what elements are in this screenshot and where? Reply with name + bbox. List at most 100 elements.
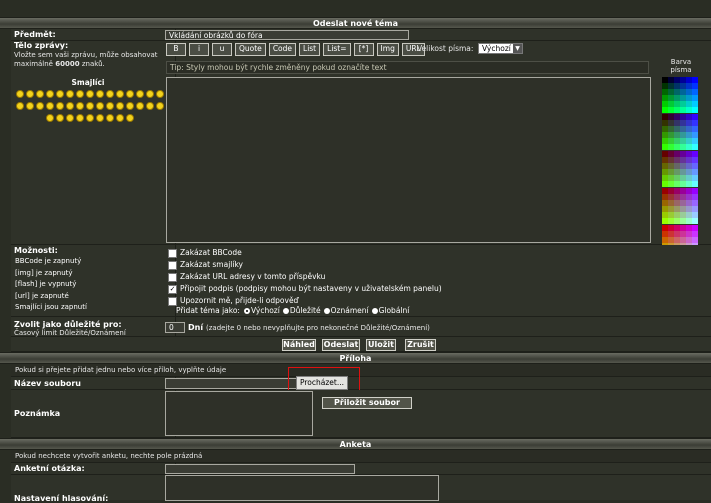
smiley-icon[interactable]: [126, 102, 134, 110]
options-label: Možnosti:: [14, 246, 58, 255]
sticky-sublabel: Časový limit Důležité/Oznámení: [14, 329, 126, 337]
color-swatch[interactable]: [692, 144, 698, 150]
smiley-icon[interactable]: [106, 114, 114, 122]
smiley-icon[interactable]: [56, 102, 64, 110]
option-checkbox-row[interactable]: Zakázat smajlíky: [168, 259, 442, 271]
smiley-icon[interactable]: [116, 90, 124, 98]
bbcode-button-4[interactable]: Code: [268, 43, 297, 56]
smiley-icon[interactable]: [126, 114, 134, 122]
radio-icon[interactable]: [282, 308, 289, 314]
bbcode-button-1[interactable]: i: [189, 43, 209, 56]
color-swatch[interactable]: [692, 107, 698, 113]
radio-icon[interactable]: [371, 308, 378, 314]
smiley-icon[interactable]: [156, 102, 164, 110]
subject-label: Předmět:: [14, 30, 56, 39]
smiley-icon[interactable]: [86, 114, 94, 122]
checkbox-checked-icon[interactable]: ✓: [168, 284, 177, 294]
bbcode-button-8[interactable]: Img: [376, 43, 399, 56]
bbcode-button-5[interactable]: List: [299, 43, 321, 56]
smiley-icon[interactable]: [56, 114, 64, 122]
smiley-icon[interactable]: [86, 90, 94, 98]
smiley-icon[interactable]: [16, 90, 24, 98]
smiley-icon[interactable]: [76, 102, 84, 110]
smiley-icon[interactable]: [26, 102, 34, 110]
smiley-icon[interactable]: [46, 90, 54, 98]
smiley-icon[interactable]: [126, 90, 134, 98]
post-as-option[interactable]: Globální: [371, 305, 410, 317]
smiley-icon[interactable]: [116, 114, 124, 122]
post-as-option-label: Globální: [378, 306, 410, 315]
smiley-icon[interactable]: [66, 90, 74, 98]
bbcode-button-3[interactable]: Quote: [235, 43, 266, 56]
cancel-button[interactable]: Zrušit: [405, 339, 436, 351]
post-as-option-label: Oznámení: [330, 306, 369, 315]
preview-button[interactable]: Náhled: [282, 339, 316, 351]
sticky-days-input[interactable]: 0: [165, 322, 185, 333]
checkbox-icon[interactable]: [168, 260, 177, 270]
option-checkbox-row[interactable]: Zakázat BBCode: [168, 247, 442, 259]
options-row: Možnosti: BBCode je zapnutý [img] je zapn…: [11, 245, 711, 317]
poll-question-input[interactable]: [165, 464, 355, 474]
poll-options-textarea[interactable]: [165, 475, 439, 501]
tip-line: Tip: Styly mohou být rychle změněny poku…: [166, 61, 649, 74]
bbcode-button-6[interactable]: List=: [323, 43, 351, 56]
smiley-icon[interactable]: [56, 90, 64, 98]
checkbox-icon[interactable]: [168, 272, 177, 282]
submit-button[interactable]: Odeslat: [322, 339, 360, 351]
smiley-icon[interactable]: [96, 114, 104, 122]
add-attachment-button[interactable]: Přiložit soubor: [322, 397, 412, 409]
smiley-icon[interactable]: [76, 114, 84, 122]
option-checkbox-row[interactable]: ✓ Připojit podpis (podpisy mohou být nast…: [168, 283, 442, 295]
subject-input[interactable]: Vkládání obrázků do fóra: [165, 30, 409, 40]
smiley-icon[interactable]: [96, 102, 104, 110]
attachment-note-row: Pokud si přejete přidat jednu nebo více …: [11, 364, 711, 377]
font-size-select[interactable]: Výchozí ▼: [478, 43, 523, 54]
smiley-icon[interactable]: [16, 102, 24, 110]
color-swatch[interactable]: [692, 218, 698, 224]
smiley-icon[interactable]: [106, 90, 114, 98]
post-as-option[interactable]: Důležité: [282, 305, 321, 317]
smiley-icon[interactable]: [26, 90, 34, 98]
smiley-icon[interactable]: [66, 102, 74, 110]
smiley-icon[interactable]: [106, 102, 114, 110]
message-textarea[interactable]: [166, 77, 651, 243]
attachment-comment-row: Poznámka Přiložit soubor: [11, 390, 711, 438]
smiley-icon[interactable]: [156, 90, 164, 98]
color-swatch[interactable]: [692, 181, 698, 187]
poll-options-label: Nastavení hlasování:: [14, 494, 109, 503]
smiley-icon[interactable]: [36, 102, 44, 110]
post-as-option[interactable]: Výchozí: [243, 305, 280, 317]
save-button[interactable]: Uložit: [366, 339, 396, 351]
radio-icon[interactable]: [243, 308, 250, 314]
bbcode-toolbar: Bi u Quote Code List List= [*] Img URL: [166, 43, 425, 56]
checkbox-icon[interactable]: [168, 248, 177, 258]
smiley-icon[interactable]: [136, 90, 144, 98]
smiley-icon[interactable]: [136, 102, 144, 110]
post-as-option[interactable]: Oznámení: [323, 305, 369, 317]
smiley-icon[interactable]: [66, 114, 74, 122]
smiley-icon[interactable]: [146, 90, 154, 98]
file-path-input[interactable]: [165, 378, 297, 389]
bbcode-button-0[interactable]: B: [166, 43, 186, 56]
bbcode-button-2[interactable]: u: [212, 43, 232, 56]
sticky-days-unit: Dní: [188, 323, 204, 332]
radio-icon[interactable]: [323, 308, 330, 314]
smiley-icon[interactable]: [46, 102, 54, 110]
file-name-label: Název souboru: [14, 379, 81, 388]
poll-title: Anketa: [339, 440, 372, 449]
smiley-icon[interactable]: [96, 90, 104, 98]
color-palette[interactable]: [662, 77, 698, 273]
attachment-comment-textarea[interactable]: [165, 391, 313, 436]
smiley-icon[interactable]: [86, 102, 94, 110]
option-checkbox-row[interactable]: Zakázat URL adresy v tomto příspěvku: [168, 271, 442, 283]
smiley-icon[interactable]: [76, 90, 84, 98]
smiley-icon[interactable]: [146, 102, 154, 110]
smiley-icon[interactable]: [46, 114, 54, 122]
post-as-options: Výchozí Důležité Oznámení Globální: [243, 305, 410, 317]
poll-question-label: Anketní otázka:: [14, 464, 85, 473]
smiley-icon[interactable]: [36, 90, 44, 98]
font-size-value: Výchozí: [482, 44, 511, 53]
bbcode-button-7[interactable]: [*]: [353, 43, 374, 56]
option-checkbox-label: Zakázat URL adresy v tomto příspěvku: [180, 272, 326, 281]
smiley-icon[interactable]: [116, 102, 124, 110]
